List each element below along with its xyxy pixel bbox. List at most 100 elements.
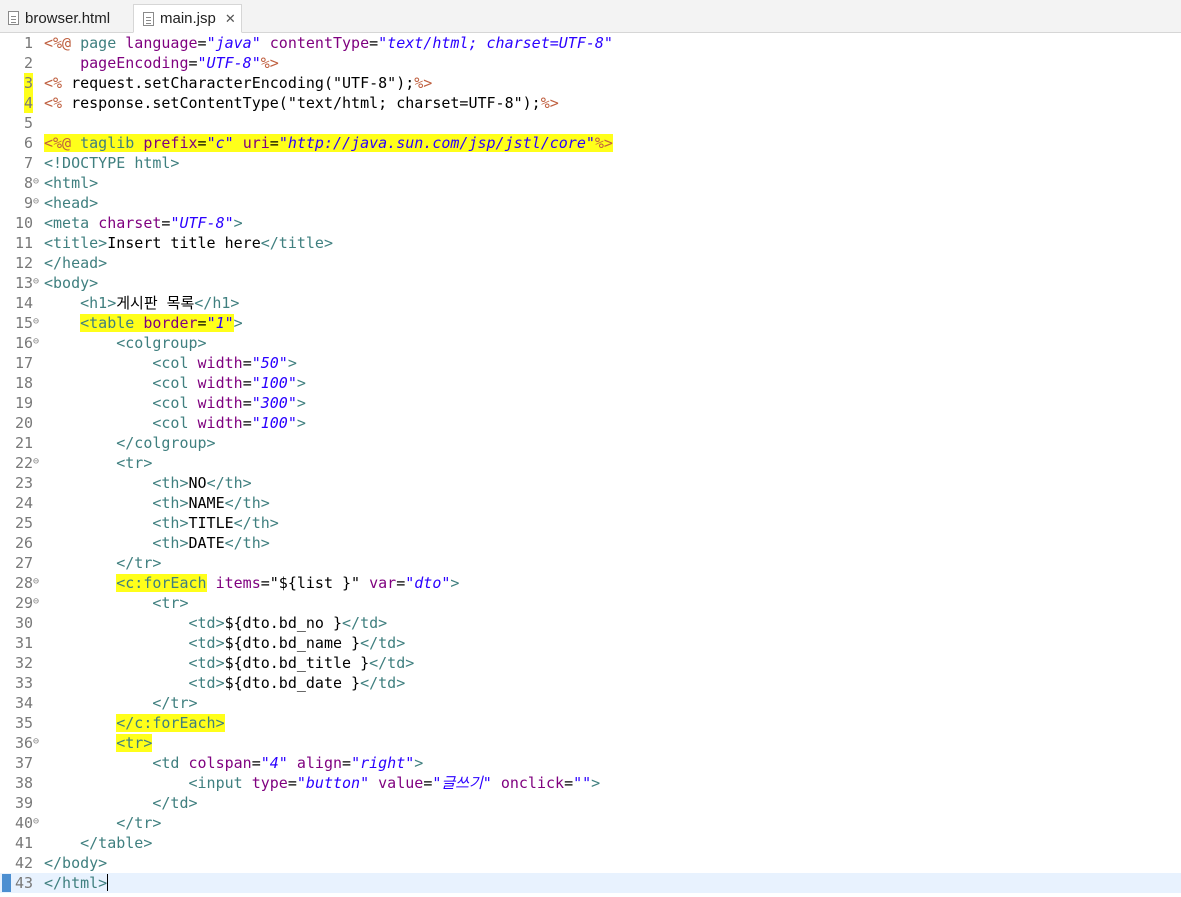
code-editor[interactable]: 1 <%@ page language="java" contentType="t…	[0, 33, 1181, 897]
line-number: 17	[14, 354, 33, 372]
fold-toggle-icon[interactable]: ⊖	[33, 196, 39, 208]
line-number: 31	[14, 634, 33, 652]
tab-main-jsp[interactable]: main.jsp ✕	[133, 4, 242, 33]
line-number: 11	[14, 234, 33, 252]
file-icon	[143, 11, 154, 26]
code-line[interactable]: 38 <input type="button" value="글쓰기" oncl…	[0, 773, 1181, 793]
code-line[interactable]: 6 <%@ taglib prefix="c" uri="http://java.…	[0, 133, 1181, 153]
code-line[interactable]: 4 <% response.setContentType("text/html; …	[0, 93, 1181, 113]
code-line[interactable]: 23 <th>NO</th>	[0, 473, 1181, 493]
line-number: 1	[23, 34, 33, 52]
code-line[interactable]: 19 <col width="300">	[0, 393, 1181, 413]
code-text: <%@ taglib prefix="c" uri="http://java.s…	[44, 134, 613, 152]
code-line[interactable]: 39 </td>	[0, 793, 1181, 813]
code-line[interactable]: 16 ⊖ <colgroup>	[0, 333, 1181, 353]
code-line[interactable]: 21 </colgroup>	[0, 433, 1181, 453]
fold-toggle-icon[interactable]: ⊖	[33, 576, 39, 588]
fold-toggle-icon[interactable]: ⊖	[33, 736, 39, 748]
file-icon	[8, 11, 19, 25]
code-line[interactable]: 43 </html>	[0, 873, 1181, 893]
code-text: </tr>	[116, 554, 162, 572]
tab-browser-html[interactable]: browser.html	[2, 4, 133, 32]
code-text: <col width="300">	[152, 394, 306, 412]
code-text: <% request.setCharacterEncoding("UTF-8")…	[44, 74, 433, 92]
code-line[interactable]: 20 <col width="100">	[0, 413, 1181, 433]
code-text: <td>${dto.bd_title }</td>	[188, 654, 415, 672]
code-text: <td>${dto.bd_date }</td>	[188, 674, 406, 692]
code-line[interactable]: 3 <% request.setCharacterEncoding("UTF-8"…	[0, 73, 1181, 93]
code-text: <% response.setContentType("text/html; c…	[44, 94, 559, 112]
code-text: <colgroup>	[116, 334, 207, 352]
code-line[interactable]: 28 ⊖ <c:forEach items="${list }" var="dto…	[0, 573, 1181, 593]
code-text: </c:forEach>	[116, 714, 225, 732]
code-text: <h1>게시판 목록</h1>	[80, 294, 240, 312]
line-number: 25	[14, 514, 33, 532]
line-number: 41	[14, 834, 33, 852]
code-line[interactable]: 5	[0, 113, 1181, 133]
code-line[interactable]: 13 ⊖ <body>	[0, 273, 1181, 293]
code-line[interactable]: 25 <th>TITLE</th>	[0, 513, 1181, 533]
code-line[interactable]: 27 </tr>	[0, 553, 1181, 573]
code-line[interactable]: 31 <td>${dto.bd_name }</td>	[0, 633, 1181, 653]
code-text: </html>	[44, 874, 109, 892]
code-line[interactable]: 17 <col width="50">	[0, 353, 1181, 373]
line-number: 20	[14, 414, 33, 432]
code-line[interactable]: 29 ⊖ <tr>	[0, 593, 1181, 613]
code-text: <col width="50">	[152, 354, 297, 372]
code-text: <body>	[44, 274, 99, 292]
code-line[interactable]: 32 <td>${dto.bd_title }</td>	[0, 653, 1181, 673]
line-number: 23	[14, 474, 33, 492]
fold-toggle-icon[interactable]: ⊖	[33, 596, 39, 608]
code-line[interactable]: 12 </head>	[0, 253, 1181, 273]
code-text: <input type="button" value="글쓰기" onclick…	[188, 774, 601, 792]
fold-toggle-icon[interactable]: ⊖	[33, 176, 39, 188]
code-text: <%@ page language="java" contentType="te…	[44, 34, 613, 52]
code-line[interactable]: 14 <h1>게시판 목록</h1>	[0, 293, 1181, 313]
code-line[interactable]: 30 <td>${dto.bd_no }</td>	[0, 613, 1181, 633]
code-text: <html>	[44, 174, 99, 192]
code-text: </head>	[44, 254, 108, 272]
line-number: 35	[14, 714, 33, 732]
line-number: 33	[14, 674, 33, 692]
line-number: 10	[14, 214, 33, 232]
code-line[interactable]: 33 <td>${dto.bd_date }</td>	[0, 673, 1181, 693]
line-number: 24	[14, 494, 33, 512]
fold-toggle-icon[interactable]: ⊖	[33, 456, 39, 468]
code-line[interactable]: 11 <title>Insert title here</title>	[0, 233, 1181, 253]
code-line[interactable]: 37 <td colspan="4" align="right">	[0, 753, 1181, 773]
fold-toggle-icon[interactable]: ⊖	[33, 816, 39, 828]
line-number: 39	[14, 794, 33, 812]
code-line[interactable]: 34 </tr>	[0, 693, 1181, 713]
code-line[interactable]: 42 </body>	[0, 853, 1181, 873]
code-line[interactable]: 8 ⊖ <html>	[0, 173, 1181, 193]
line-number: 2	[23, 54, 33, 72]
line-number: 3	[23, 74, 33, 92]
fold-toggle-icon[interactable]: ⊖	[33, 316, 39, 328]
code-line[interactable]: 9 ⊖ <head>	[0, 193, 1181, 213]
code-text: <tr>	[152, 594, 189, 612]
code-line[interactable]: 10 <meta charset="UTF-8">	[0, 213, 1181, 233]
fold-toggle-icon[interactable]: ⊖	[33, 276, 39, 288]
code-line[interactable]: 26 <th>DATE</th>	[0, 533, 1181, 553]
code-line[interactable]: 15 ⊖ <table border="1">	[0, 313, 1181, 333]
fold-toggle-icon[interactable]: ⊖	[33, 336, 39, 348]
line-number: 29	[14, 594, 33, 612]
code-text: <tr>	[116, 734, 153, 752]
line-number: 43	[14, 874, 33, 892]
code-line[interactable]: 22 ⊖ <tr>	[0, 453, 1181, 473]
code-line[interactable]: 40 ⊖ </tr>	[0, 813, 1181, 833]
line-number: 38	[14, 774, 33, 792]
code-line[interactable]: 24 <th>NAME</th>	[0, 493, 1181, 513]
close-icon[interactable]: ✕	[225, 11, 236, 27]
code-line[interactable]: 41 </table>	[0, 833, 1181, 853]
code-line[interactable]: 18 <col width="100">	[0, 373, 1181, 393]
line-number: 5	[23, 114, 33, 132]
line-number: 32	[14, 654, 33, 672]
code-line[interactable]: 35 </c:forEach>	[0, 713, 1181, 733]
code-text: <td>${dto.bd_no }</td>	[188, 614, 388, 632]
code-line[interactable]: 7 <!DOCTYPE html>	[0, 153, 1181, 173]
line-number: 6	[23, 134, 33, 152]
code-line[interactable]: 2 pageEncoding="UTF-8"%>	[0, 53, 1181, 73]
code-line[interactable]: 36 ⊖ <tr>	[0, 733, 1181, 753]
code-line[interactable]: 1 <%@ page language="java" contentType="t…	[0, 33, 1181, 53]
